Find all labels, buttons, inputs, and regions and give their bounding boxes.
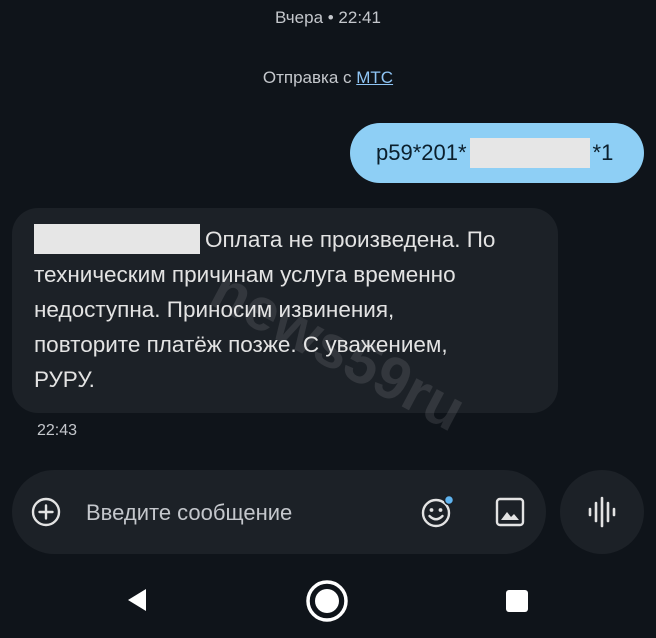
outgoing-text-start: р59*201* [376, 140, 467, 165]
outgoing-message-bubble[interactable]: р59*201* *1 [350, 123, 644, 183]
message-timestamp: 22:43 [37, 422, 78, 439]
redaction-block [34, 224, 200, 255]
recents-icon[interactable] [506, 590, 528, 612]
outgoing-text-end: *1 [592, 140, 614, 165]
redaction-block [469, 138, 590, 168]
message-line: недоступна. Приносим извинения, [34, 297, 395, 322]
message-composer [12, 470, 546, 554]
messages-screen: Вчера • 22:41 Отправка с МТС р59*201* *1 … [0, 0, 656, 638]
image-icon[interactable] [494, 494, 526, 530]
incoming-message-bubble[interactable]: Оплата не произведена. По техническим пр… [12, 208, 558, 413]
sender-link[interactable]: МТС [356, 68, 393, 87]
message-line: повторите платёж позже. С уважением, [34, 332, 448, 357]
home-icon[interactable] [305, 579, 349, 623]
message-line: техническим причинам услуга временно [34, 262, 456, 287]
message-line-text: Оплата не произведена. По [205, 227, 496, 252]
date-header: Вчера • 22:41 [275, 8, 381, 27]
message-line: РУРУ. [34, 367, 95, 392]
emoji-icon[interactable] [420, 494, 456, 530]
message-input[interactable] [84, 492, 388, 534]
message-line: Оплата не произведена. По [34, 222, 536, 257]
back-icon[interactable] [122, 585, 152, 615]
sender-prefix: Отправка с [262, 68, 357, 87]
voice-message-button[interactable] [560, 470, 644, 554]
sender-info: Отправка с МТС [0, 68, 656, 88]
add-icon[interactable] [30, 496, 62, 528]
